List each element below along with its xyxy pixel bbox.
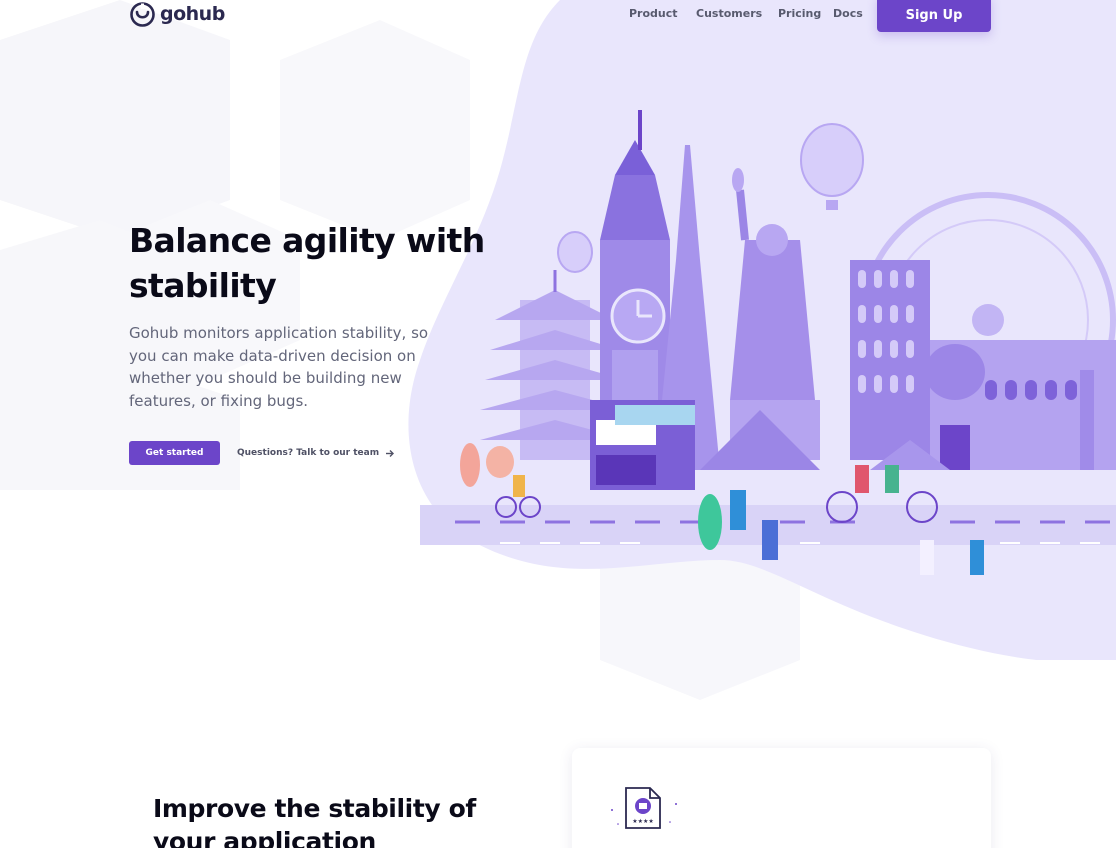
- nav-pricing[interactable]: Pricing: [778, 7, 821, 20]
- shop: [590, 400, 695, 490]
- hero-title-line2: stability: [129, 266, 277, 305]
- hero-title-line1: Balance agility with: [129, 221, 485, 260]
- leaning-tower: [850, 260, 930, 460]
- hero-illustration: [408, 0, 1116, 660]
- logo-text: gohub: [160, 3, 225, 25]
- feature-card: ★★★★: [572, 748, 991, 848]
- gohub-logo-icon: [130, 1, 155, 27]
- talk-to-team-link[interactable]: Questions? Talk to our team: [237, 448, 395, 458]
- site-header: gohub Product Customers Pricing Docs Sig…: [0, 0, 1116, 40]
- hero-description: Gohub monitors application stability, so…: [129, 324, 429, 410]
- section-title: Improve the stability of your applicatio…: [153, 794, 476, 848]
- nav-customers[interactable]: Customers: [696, 7, 762, 20]
- hero-cta-row: Get started Questions? Talk to our team: [129, 441, 395, 465]
- get-started-button[interactable]: Get started: [129, 441, 220, 465]
- arrow-right-icon: [386, 449, 395, 457]
- landing-page: gohub Product Customers Pricing Docs Sig…: [0, 0, 1116, 848]
- hero-title: Balance agility with stability: [129, 218, 489, 308]
- hero-content: Balance agility with stability Gohub mon…: [129, 218, 489, 412]
- colosseum: [925, 340, 1116, 470]
- talk-to-team-label: Questions? Talk to our team: [237, 448, 380, 458]
- svg-text:★★★★: ★★★★: [632, 818, 654, 825]
- logo[interactable]: gohub: [129, 0, 225, 28]
- report-document-icon: ★★★★: [611, 787, 677, 829]
- nav-product[interactable]: Product: [629, 7, 678, 20]
- nav-docs[interactable]: Docs: [833, 7, 863, 20]
- sign-up-button[interactable]: Sign Up: [877, 0, 991, 32]
